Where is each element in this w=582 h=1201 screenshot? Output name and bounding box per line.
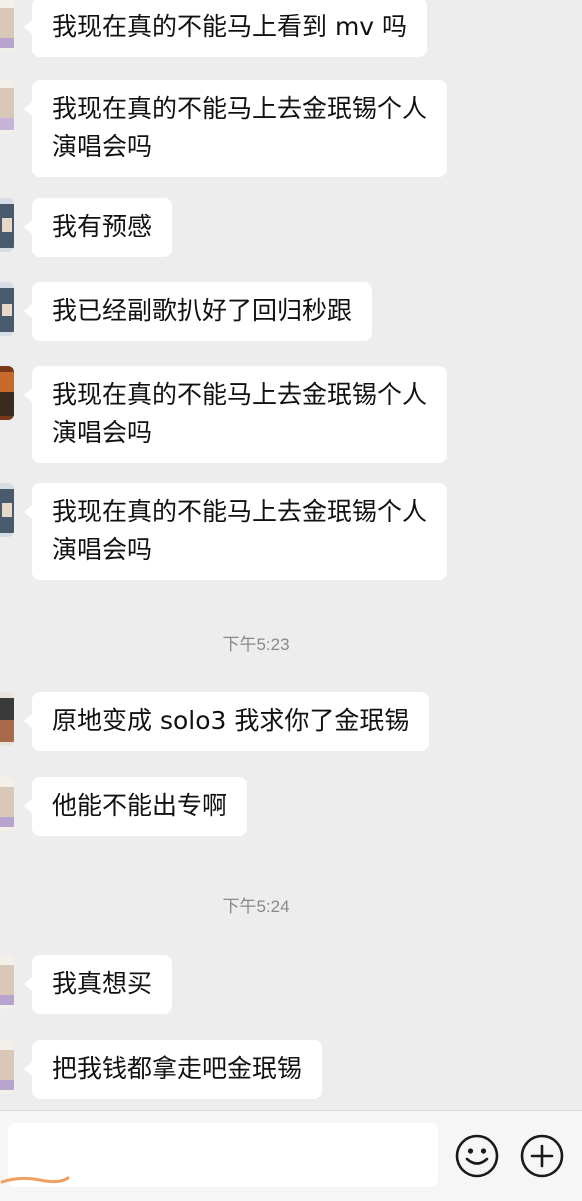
- sender-avatar[interactable]: [0, 955, 14, 1009]
- sender-avatar[interactable]: [0, 0, 14, 52]
- message-bubble[interactable]: 我现在真的不能马上去金珉锡个人 演唱会吗: [23, 80, 448, 177]
- message-bubble[interactable]: 我有预感: [23, 198, 173, 257]
- sender-avatar[interactable]: [0, 282, 14, 336]
- message-input[interactable]: [8, 1123, 438, 1187]
- message-bubble[interactable]: 我现在真的不能马上去金珉锡个人 演唱会吗: [23, 483, 448, 580]
- message-bubble[interactable]: 他能不能出专啊: [23, 777, 248, 836]
- avatar-a-image: [0, 1040, 14, 1094]
- avatar-b-image: [0, 483, 14, 537]
- sender-avatar[interactable]: [0, 366, 14, 420]
- plus-circle-icon: [520, 1134, 564, 1178]
- chat-message-list[interactable]: 我现在真的不能马上看到 mv 吗 我现在真的不能马上去金珉锡个人 演唱会吗 我有…: [0, 0, 582, 1110]
- sender-avatar[interactable]: [0, 483, 14, 537]
- timestamp: 下午5:23: [222, 635, 290, 654]
- timestamp: 下午5:24: [222, 897, 290, 916]
- sender-avatar[interactable]: [0, 1040, 14, 1094]
- message-bubble[interactable]: 我现在真的不能马上去金珉锡个人 演唱会吗: [23, 366, 448, 463]
- avatar-d-image: [0, 692, 14, 746]
- sender-avatar[interactable]: [0, 80, 14, 134]
- message-input-bar: [0, 1110, 582, 1201]
- message-bubble[interactable]: 把我钱都拿走吧金珉锡: [23, 1040, 323, 1099]
- avatar-b-image: [0, 198, 14, 252]
- avatar-c-image: [0, 366, 14, 420]
- avatar-a-image: [0, 955, 14, 1009]
- smiley-face-icon: [455, 1134, 499, 1178]
- emoji-button[interactable]: [454, 1133, 500, 1179]
- sender-avatar[interactable]: [0, 777, 14, 831]
- message-bubble[interactable]: 原地变成 solo3 我求你了金珉锡: [23, 692, 430, 751]
- more-options-button[interactable]: [519, 1133, 565, 1179]
- sender-avatar[interactable]: [0, 198, 14, 252]
- message-bubble[interactable]: 我已经副歌扒好了回归秒跟: [23, 282, 373, 341]
- avatar-b-image: [0, 282, 14, 336]
- avatar-a-image: [0, 80, 14, 134]
- message-bubble[interactable]: 我现在真的不能马上看到 mv 吗: [23, 0, 428, 57]
- avatar-a-image: [0, 0, 14, 52]
- message-bubble[interactable]: 我真想买: [23, 955, 173, 1014]
- orange-scribble-mark: [0, 1176, 70, 1184]
- sender-avatar[interactable]: [0, 692, 14, 746]
- avatar-a-image: [0, 777, 14, 831]
